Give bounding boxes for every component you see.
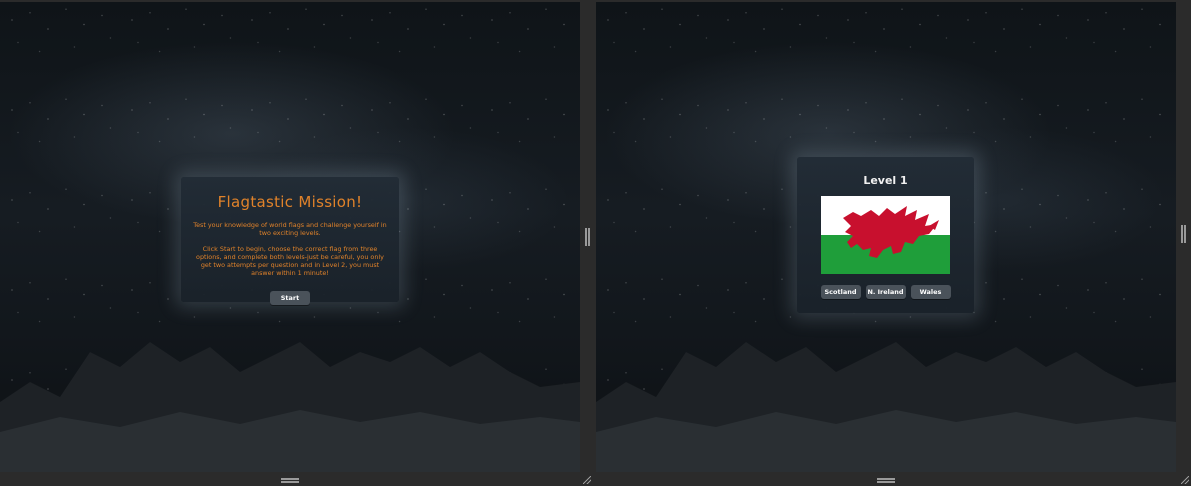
right-edge-splitter[interactable] xyxy=(1176,0,1191,486)
intro-text: Test your knowledge of world flags and c… xyxy=(193,221,387,237)
start-button[interactable]: Start xyxy=(270,291,310,305)
option-scotland-button[interactable]: Scotland xyxy=(820,285,861,299)
game-title: Flagtastic Mission! xyxy=(217,193,363,211)
resize-handle-icon[interactable] xyxy=(877,478,895,483)
right-preview-pane: Level 1 Scotland N. Ireland Wales xyxy=(596,2,1176,472)
welcome-modal: Flagtastic Mission! Test your knowledge … xyxy=(181,177,399,305)
instructions-text: Click Start to begin, choose the correct… xyxy=(196,245,384,277)
splitter-grip-icon[interactable] xyxy=(1181,225,1186,243)
wales-flag-icon xyxy=(821,196,950,274)
answer-options: Scotland N. Ireland Wales xyxy=(797,285,974,299)
pane-splitter[interactable] xyxy=(580,0,596,486)
option-wales-button[interactable]: Wales xyxy=(910,285,951,299)
level-modal: Level 1 Scotland N. Ireland Wales xyxy=(797,157,974,313)
mountain-silhouette xyxy=(0,342,580,472)
splitter-grip-icon[interactable] xyxy=(585,228,590,246)
level-title: Level 1 xyxy=(863,174,908,187)
resize-handle-icon[interactable] xyxy=(281,478,299,483)
corner-resize-icon[interactable] xyxy=(1181,476,1189,484)
mountain-silhouette xyxy=(596,342,1176,472)
option-n-ireland-button[interactable]: N. Ireland xyxy=(865,285,906,299)
left-preview-pane: Flagtastic Mission! Test your knowledge … xyxy=(0,2,580,472)
corner-resize-icon[interactable] xyxy=(583,476,591,484)
